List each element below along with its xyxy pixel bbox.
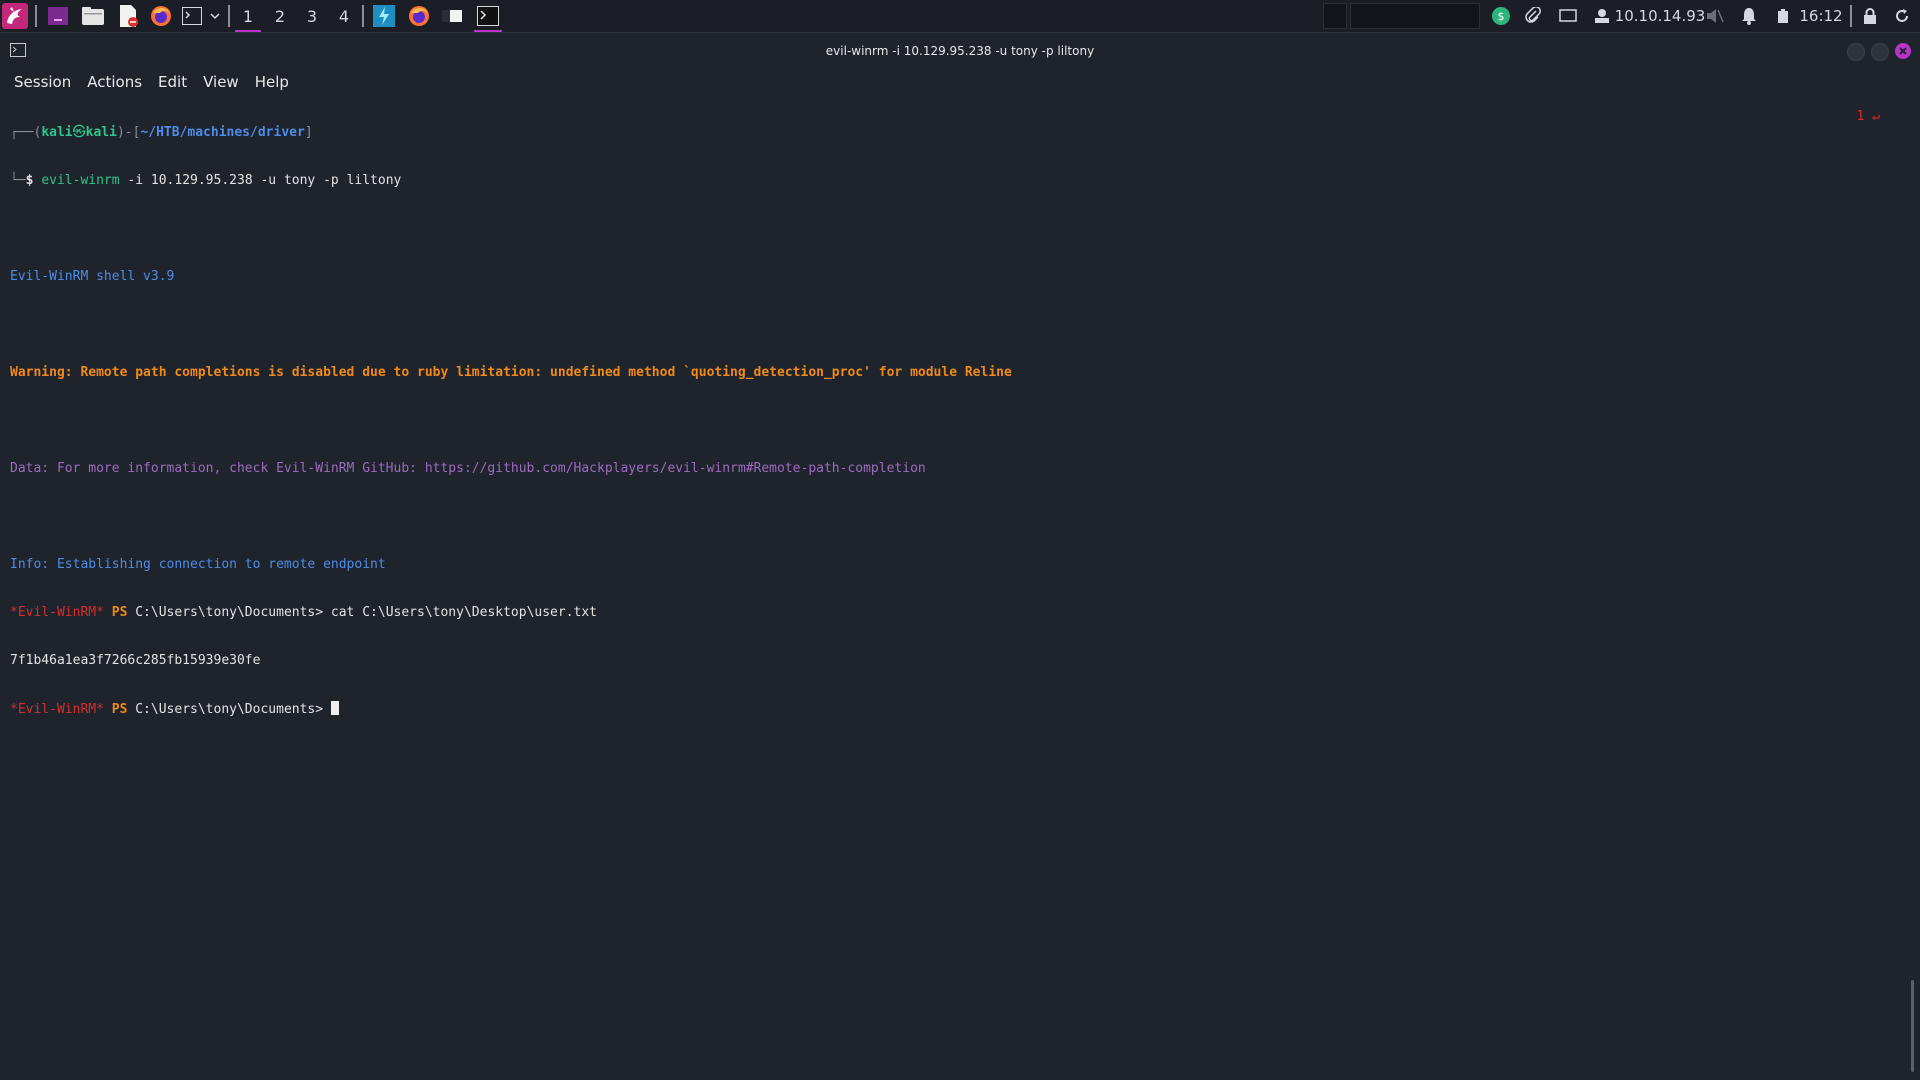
- prompt-at: ㉿: [72, 125, 86, 140]
- minimize-button[interactable]: [1847, 43, 1865, 61]
- prompt-user: kali: [41, 125, 73, 140]
- clock-label: 16:12: [1799, 7, 1843, 25]
- svg-text:$: $: [1498, 10, 1505, 23]
- ps-command-line: *Evil-WinRM* PS C:\Users\tony\Documents>…: [10, 605, 1880, 621]
- terminal-output[interactable]: ┌──(kali㉿kali)-[~/HTB/machines/driver] └…: [10, 93, 1880, 733]
- firefox-window-icon[interactable]: [406, 0, 432, 32]
- window-title: evil-winrm -i 10.129.95.238 -u tony -p l…: [825, 44, 1095, 58]
- workspace-1[interactable]: 1: [233, 0, 263, 32]
- tun-ip-address: 10.10.14.93: [1615, 0, 1706, 32]
- ps-tag: *Evil-WinRM*: [10, 605, 104, 620]
- prompt-bracket: )-[: [116, 125, 141, 140]
- lock-icon[interactable]: [1858, 0, 1882, 32]
- exit-status: 1 ↵: [1856, 109, 1880, 124]
- battery-icon[interactable]: [1772, 0, 1794, 32]
- network-graph: [1350, 3, 1480, 29]
- firefox-icon[interactable]: [148, 0, 174, 32]
- terminal-launcher-icon[interactable]: [180, 0, 204, 32]
- workspace-label: 2: [274, 6, 286, 26]
- data-line: Data: For more information, check Evil-W…: [10, 461, 926, 476]
- panel-separator: [35, 5, 37, 27]
- top-panel: 1 2 3 4 $ 10.10.14.93 16:12: [0, 0, 1920, 33]
- menu-bar: Session Actions Edit View Help: [0, 69, 297, 95]
- terminal-window-icon[interactable]: [474, 0, 502, 32]
- ps-prompt-line: *Evil-WinRM* PS C:\Users\tony\Documents>: [10, 701, 1880, 717]
- workspace-2[interactable]: 2: [265, 0, 295, 32]
- restart-icon[interactable]: [1890, 0, 1914, 32]
- paperclip-icon[interactable]: [1522, 0, 1544, 32]
- title-bar[interactable]: evil-winrm -i 10.129.95.238 -u tony -p l…: [0, 33, 1920, 69]
- prompt-line-1: ┌──(kali㉿kali)-[~/HTB/machines/driver]: [10, 125, 1880, 141]
- chevron-down-icon[interactable]: [208, 0, 222, 32]
- show-desktop-icon[interactable]: [46, 0, 70, 32]
- prompt-bracket: ]: [304, 125, 313, 140]
- info-line: Info: Establishing connection to remote …: [10, 557, 386, 572]
- clock[interactable]: 16:12: [1796, 0, 1846, 32]
- vpn-shield-icon[interactable]: $: [1490, 0, 1512, 32]
- close-icon: [1899, 47, 1907, 55]
- text-cursor: [330, 701, 339, 715]
- command-args: -i 10.129.95.238 -u tony -p liltony: [119, 173, 402, 188]
- ps-word: PS: [111, 702, 128, 717]
- menu-session[interactable]: Session: [6, 73, 79, 91]
- workspace-label: 4: [338, 6, 350, 26]
- workspace-label: 1: [242, 6, 254, 26]
- panel-separator: [228, 5, 230, 27]
- ip-label: 10.10.14.93: [1614, 7, 1706, 25]
- prompt-host: kali: [85, 125, 117, 140]
- workspace-3[interactable]: 3: [297, 0, 327, 32]
- cpu-graph: [1323, 3, 1347, 29]
- prompt-line-2: └─$ evil-winrm -i 10.129.95.238 -u tony …: [10, 173, 1880, 189]
- prompt-corner: └─: [10, 173, 26, 188]
- menu-edit[interactable]: Edit: [150, 73, 195, 91]
- close-button[interactable]: [1895, 43, 1911, 59]
- network-user-icon[interactable]: [1590, 0, 1614, 32]
- workspace-label: 3: [306, 6, 318, 26]
- file-manager-icon[interactable]: [80, 0, 106, 32]
- panel-separator: [1850, 5, 1852, 27]
- ps-path: C:\Users\tony\Documents>: [135, 605, 324, 620]
- warning-line: Warning: Remote path completions is disa…: [10, 365, 1012, 380]
- menu-actions[interactable]: Actions: [79, 73, 150, 91]
- ps-path: C:\Users\tony\Documents>: [135, 702, 324, 717]
- text-editor-icon[interactable]: [116, 0, 140, 32]
- command-output: 7f1b46a1ea3f7266c285fb15939e30fe: [10, 653, 261, 668]
- display-icon[interactable]: [1556, 0, 1580, 32]
- volume-muted-icon[interactable]: [1703, 0, 1727, 32]
- maximize-button[interactable]: [1871, 43, 1889, 61]
- panel-separator: [362, 5, 364, 27]
- command-name: evil-winrm: [41, 173, 120, 188]
- prompt-corner: ┌──(: [10, 125, 42, 140]
- flash-app-icon[interactable]: [372, 0, 396, 32]
- workspace-4[interactable]: 4: [329, 0, 359, 32]
- ps-tag: *Evil-WinRM*: [10, 702, 104, 717]
- banner-line: Evil-WinRM shell v3.9: [10, 269, 175, 284]
- blank-window-icon[interactable]: [440, 0, 468, 32]
- prompt-path: ~/HTB/machines/driver: [140, 125, 305, 140]
- notification-bell-icon[interactable]: [1737, 0, 1761, 32]
- scrollbar[interactable]: [1911, 980, 1914, 1072]
- ps-word: PS: [111, 605, 128, 620]
- prompt-dollar: $: [25, 173, 42, 188]
- menu-help[interactable]: Help: [247, 73, 297, 91]
- menu-view[interactable]: View: [195, 73, 247, 91]
- kali-menu-icon[interactable]: [0, 0, 30, 32]
- ps-command: cat C:\Users\tony\Desktop\user.txt: [323, 605, 598, 620]
